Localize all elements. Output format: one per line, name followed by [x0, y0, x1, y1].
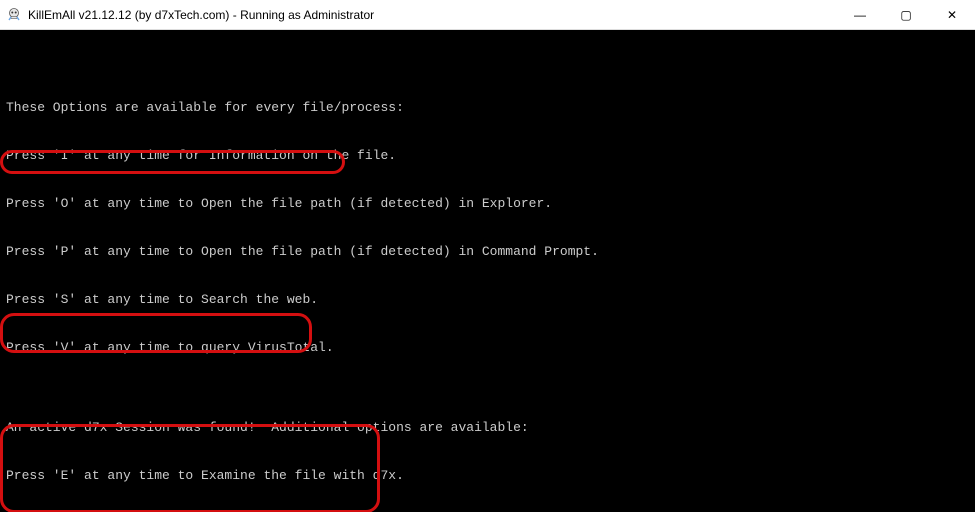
maximize-button[interactable]: ▢	[883, 0, 929, 30]
window-titlebar: KillEmAll v21.12.12 (by d7xTech.com) - R…	[0, 0, 975, 30]
terminal-output[interactable]: These Options are available for every fi…	[0, 30, 975, 512]
terminal-line: An active d7x Session was found! Additio…	[6, 420, 969, 436]
window-title: KillEmAll v21.12.12 (by d7xTech.com) - R…	[28, 8, 374, 22]
terminal-line: Press 'E' at any time to Examine the fil…	[6, 468, 969, 484]
terminal-line: Press 'I' at any time for Information on…	[6, 148, 969, 164]
terminal-line: Press 'V' at any time to query VirusTota…	[6, 340, 969, 356]
terminal-line: Press 'S' at any time to Search the web.	[6, 292, 969, 308]
terminal-line: These Options are available for every fi…	[6, 100, 969, 116]
killemall-icon	[6, 7, 22, 23]
minimize-button[interactable]: —	[837, 0, 883, 30]
close-button[interactable]: ✕	[929, 0, 975, 30]
terminal-line: Press 'P' at any time to Open the file p…	[6, 244, 969, 260]
terminal-line: Press 'O' at any time to Open the file p…	[6, 196, 969, 212]
